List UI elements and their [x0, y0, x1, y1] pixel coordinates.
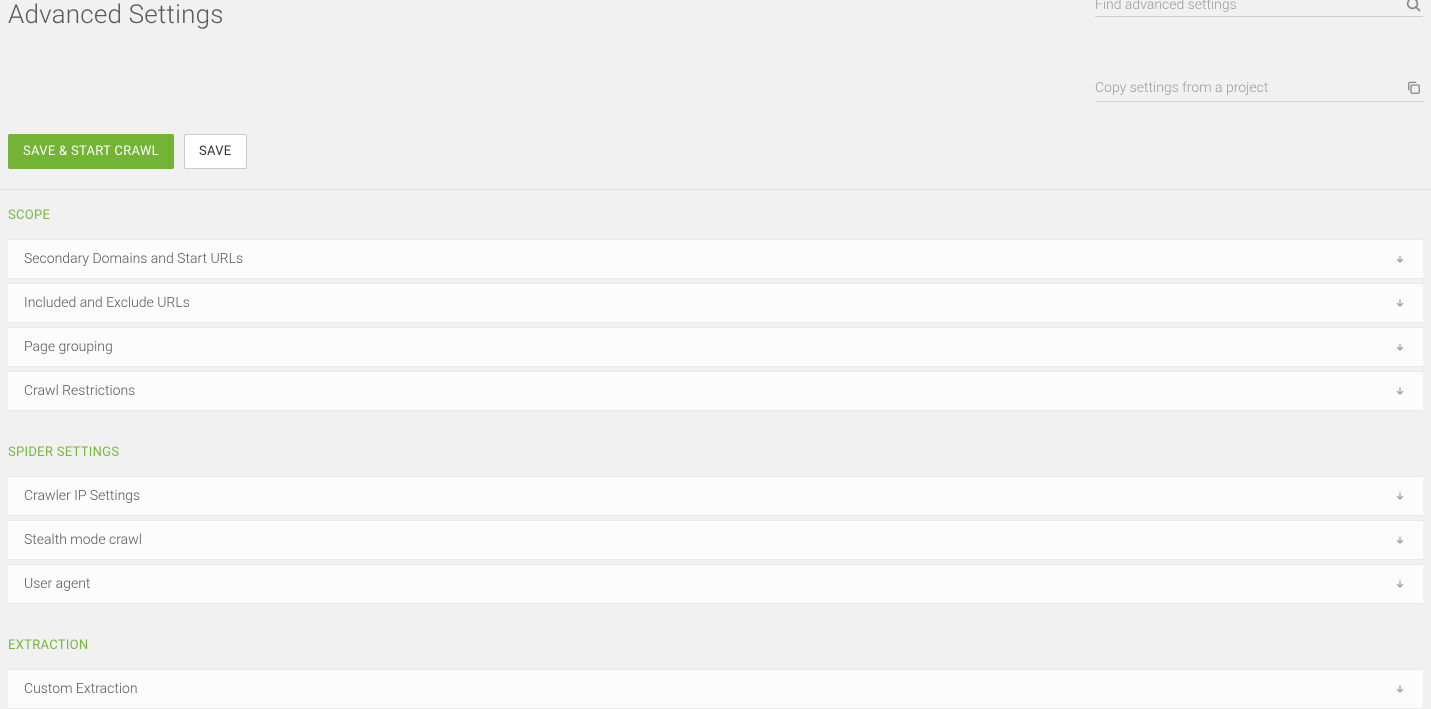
- copy-icon: [1405, 79, 1423, 97]
- panel-custom-extraction[interactable]: Custom Extraction: [8, 669, 1423, 709]
- panel-label: User agent: [24, 576, 90, 592]
- section-title-scope: SCOPE: [8, 208, 1423, 223]
- chevron-down-icon: [1393, 577, 1407, 591]
- chevron-down-icon: [1393, 682, 1407, 696]
- save-start-crawl-button[interactable]: SAVE & START CRAWL: [8, 134, 174, 169]
- panel-label: Page grouping: [24, 339, 113, 355]
- panel-crawl-restrictions[interactable]: Crawl Restrictions: [8, 371, 1423, 411]
- chevron-down-icon: [1393, 384, 1407, 398]
- chevron-down-icon: [1393, 489, 1407, 503]
- copy-settings-row[interactable]: [1095, 79, 1423, 102]
- panel-label: Crawl Restrictions: [24, 383, 135, 399]
- section-title-spider: SPIDER SETTINGS: [8, 445, 1423, 460]
- panel-include-exclude-urls[interactable]: Included and Exclude URLs: [8, 283, 1423, 323]
- search-icon: [1405, 0, 1423, 14]
- section-scope: SCOPE Secondary Domains and Start URLs I…: [8, 208, 1423, 411]
- panel-stealth-mode[interactable]: Stealth mode crawl: [8, 520, 1423, 560]
- chevron-down-icon: [1393, 340, 1407, 354]
- find-settings-row[interactable]: [1095, 0, 1423, 17]
- section-title-extraction: EXTRACTION: [8, 638, 1423, 653]
- save-button[interactable]: SAVE: [184, 134, 247, 169]
- panel-label: Crawler IP Settings: [24, 488, 140, 504]
- panel-page-grouping[interactable]: Page grouping: [8, 327, 1423, 367]
- panel-label: Stealth mode crawl: [24, 532, 142, 548]
- chevron-down-icon: [1393, 533, 1407, 547]
- page-title: Advanced Settings: [8, 0, 224, 30]
- panel-label: Included and Exclude URLs: [24, 295, 190, 311]
- find-settings-input[interactable]: [1095, 0, 1405, 13]
- section-spider-settings: SPIDER SETTINGS Crawler IP Settings Stea…: [8, 445, 1423, 604]
- copy-settings-input[interactable]: [1095, 80, 1405, 96]
- panel-label: Custom Extraction: [24, 681, 138, 697]
- panel-label: Secondary Domains and Start URLs: [24, 251, 243, 267]
- panel-secondary-domains[interactable]: Secondary Domains and Start URLs: [8, 239, 1423, 279]
- header-divider: [0, 189, 1431, 190]
- chevron-down-icon: [1393, 296, 1407, 310]
- section-extraction: EXTRACTION Custom Extraction: [8, 638, 1423, 709]
- panel-crawler-ip[interactable]: Crawler IP Settings: [8, 476, 1423, 516]
- panel-user-agent[interactable]: User agent: [8, 564, 1423, 604]
- chevron-down-icon: [1393, 252, 1407, 266]
